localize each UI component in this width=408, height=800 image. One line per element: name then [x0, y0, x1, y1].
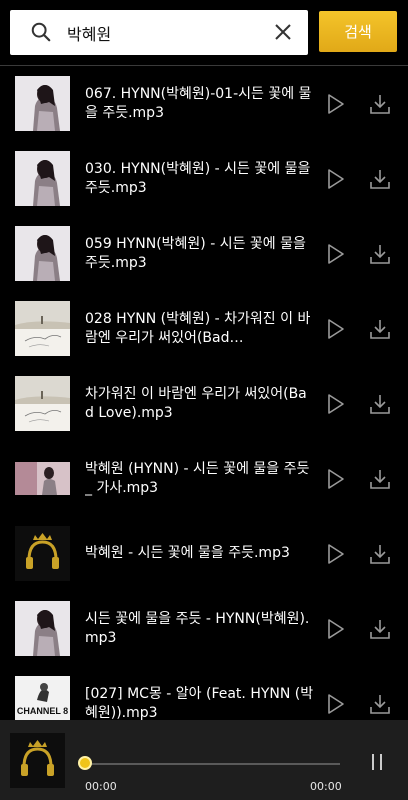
search-header: 검색 — [0, 0, 408, 66]
album-art-image — [15, 451, 70, 506]
time-total: 00:00 — [310, 780, 342, 793]
app: 검색 067. HYNN(박혜원)-01-시든 꽃에 물을 주듯.mp3 030.… — [0, 0, 408, 800]
download-icon[interactable] — [369, 318, 391, 340]
track-title: 067. HYNN(박혜원)-01-시든 꽃에 물을 주듯.mp3 — [85, 85, 312, 121]
headphones-icon — [10, 733, 65, 788]
download-icon[interactable] — [369, 243, 391, 265]
search-icon — [31, 22, 51, 42]
time-current: 00:00 — [85, 780, 117, 793]
search-box[interactable] — [10, 10, 308, 55]
album-art-image — [15, 151, 70, 206]
progress-track[interactable] — [85, 763, 340, 765]
album-art-image — [15, 301, 70, 356]
download-icon[interactable] — [369, 693, 391, 715]
pause-icon[interactable] — [370, 753, 384, 771]
track-title: 030. HYNN(박혜원) - 시든 꽃에 물을 주듯.mp3 — [85, 160, 311, 196]
list-item[interactable]: 067. HYNN(박혜원)-01-시든 꽃에 물을 주듯.mp3 — [0, 66, 408, 141]
album-art-image — [15, 376, 70, 431]
album-art-image — [15, 601, 70, 656]
album-art — [15, 301, 70, 356]
search-button[interactable]: 검색 — [319, 11, 397, 52]
track-title: 시든 꽃에 물을 주듯 - HYNN(박혜원).mp3 — [85, 610, 310, 646]
list-item[interactable]: CHANNEL 8 [027] MC몽 - 알아 (Feat. HYNN (박혜원… — [0, 666, 408, 720]
play-icon[interactable] — [326, 318, 346, 340]
download-icon[interactable] — [369, 543, 391, 565]
album-art-image — [15, 76, 70, 131]
track-title: [027] MC몽 - 알아 (Feat. HYNN (박혜원)).mp3 — [85, 685, 314, 721]
list-item[interactable]: 059 HYNN(박혜원) - 시든 꽃에 물을 주듯.mp3 — [0, 216, 408, 291]
list-item[interactable]: 차가워진 이 바람엔 우리가 써있어(Bad Love).mp3 — [0, 366, 408, 441]
clear-icon[interactable] — [273, 22, 293, 42]
list-item[interactable]: 박혜원 - 시든 꽃에 물을 주듯.mp3 — [0, 516, 408, 591]
album-art — [15, 376, 70, 431]
album-art: CHANNEL 8 — [15, 676, 70, 720]
album-art-image — [15, 226, 70, 281]
track-title: 059 HYNN(박혜원) - 시든 꽃에 물을 주듯.mp3 — [85, 235, 306, 271]
download-icon[interactable] — [369, 393, 391, 415]
play-icon[interactable] — [326, 693, 346, 715]
download-icon[interactable] — [369, 168, 391, 190]
download-icon[interactable] — [369, 618, 391, 640]
play-icon[interactable] — [326, 543, 346, 565]
headphones-icon — [15, 526, 70, 581]
play-icon[interactable] — [326, 243, 346, 265]
track-title: 차가워진 이 바람엔 우리가 써있어(Bad Love).mp3 — [85, 385, 307, 421]
list-item[interactable]: 030. HYNN(박혜원) - 시든 꽃에 물을 주듯.mp3 — [0, 141, 408, 216]
list-item[interactable]: 시든 꽃에 물을 주듯 - HYNN(박혜원).mp3 — [0, 591, 408, 666]
progress-knob[interactable] — [78, 756, 92, 770]
download-icon[interactable] — [369, 93, 391, 115]
album-art — [15, 601, 70, 656]
play-icon[interactable] — [326, 93, 346, 115]
play-icon[interactable] — [326, 618, 346, 640]
album-art — [15, 451, 70, 506]
player-bar — [0, 720, 408, 800]
download-icon[interactable] — [369, 468, 391, 490]
album-art — [15, 76, 70, 131]
svg-text:CHANNEL 8: CHANNEL 8 — [17, 706, 68, 716]
track-title: 028 HYNN (박혜원) - 차가워진 이 바람엔 우리가 써있어(Bad… — [85, 310, 311, 346]
track-title: 박혜원 (HYNN) - 시든 꽃에 물을 주듯 _ 가사.mp3 — [85, 460, 310, 496]
play-icon[interactable] — [326, 468, 346, 490]
play-icon[interactable] — [326, 168, 346, 190]
player-album-art — [10, 733, 65, 788]
album-art — [15, 526, 70, 581]
album-art — [15, 226, 70, 281]
album-art — [15, 151, 70, 206]
track-title: 박혜원 - 시든 꽃에 물을 주듯.mp3 — [85, 545, 290, 561]
album-art-image: CHANNEL 8 — [15, 676, 70, 720]
list-item[interactable]: 028 HYNN (박혜원) - 차가워진 이 바람엔 우리가 써있어(Bad… — [0, 291, 408, 366]
play-icon[interactable] — [326, 393, 346, 415]
results-list: 067. HYNN(박혜원)-01-시든 꽃에 물을 주듯.mp3 030. HY… — [0, 66, 408, 720]
list-item[interactable]: 박혜원 (HYNN) - 시든 꽃에 물을 주듯 _ 가사.mp3 — [0, 441, 408, 516]
search-input[interactable] — [65, 16, 259, 50]
